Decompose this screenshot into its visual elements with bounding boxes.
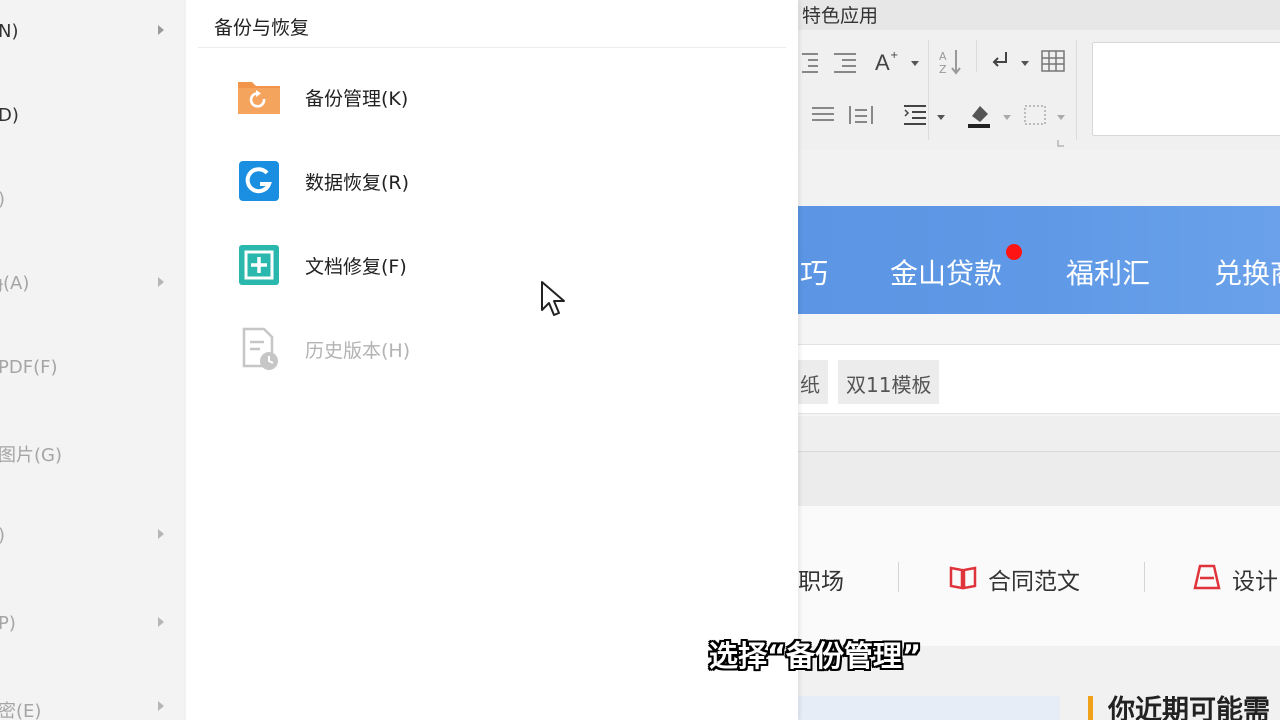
menu-item-data-recovery[interactable]: 数据恢复(R) bbox=[236, 154, 756, 204]
menu-item-label: 数据恢复(R) bbox=[305, 172, 410, 194]
file-menu-item-label: 图片(G) bbox=[0, 445, 62, 466]
distribute-icon[interactable] bbox=[846, 100, 876, 130]
menu-item-label: 文档修复(F) bbox=[305, 256, 407, 278]
tag-double11-template[interactable]: 双11模板 bbox=[838, 360, 940, 404]
history-version-icon bbox=[242, 327, 278, 370]
file-menu-item-label: N) bbox=[0, 21, 19, 42]
sort-icon[interactable]: AZ bbox=[936, 46, 966, 76]
toolbar-spacer bbox=[798, 150, 1280, 206]
indent-icon[interactable] bbox=[830, 46, 860, 76]
dropdown-arrow-icon[interactable] bbox=[910, 59, 920, 67]
svg-text:Z: Z bbox=[939, 63, 947, 76]
file-menu-item-print[interactable]: P) bbox=[0, 610, 186, 638]
outdent-icon[interactable] bbox=[798, 46, 828, 76]
fill-color-icon[interactable] bbox=[964, 100, 994, 130]
chevron-right-icon bbox=[158, 25, 164, 35]
mouse-cursor-icon bbox=[541, 281, 565, 316]
border-icon[interactable] bbox=[1020, 100, 1050, 130]
file-menu-item-share[interactable]: ) bbox=[0, 522, 186, 550]
file-menu-item-label: P) bbox=[0, 613, 16, 634]
file-menu-panel: N) D) ) ɟ(A) PDF(F) 图片(G) ) P) 密(E) bbox=[0, 0, 186, 720]
chevron-right-icon bbox=[158, 529, 164, 539]
ribbon-separator bbox=[1076, 40, 1077, 140]
book-icon bbox=[949, 566, 977, 590]
template-tags-bar: 纸 双11模板 bbox=[798, 344, 1280, 414]
dropdown-arrow-icon[interactable] bbox=[1002, 113, 1012, 121]
svg-text:A: A bbox=[875, 50, 890, 75]
content-strip bbox=[798, 416, 1280, 452]
menu-item-backup-management[interactable]: 备份管理(K) bbox=[236, 70, 756, 120]
menu-item-document-repair[interactable]: 文档修复(F) bbox=[236, 238, 756, 288]
document-repair-icon bbox=[239, 245, 279, 285]
backup-recovery-submenu: 备份与恢复 备份管理(K) 数据恢复(R) 文档修复(F) 历史版本(H) 选择… bbox=[186, 0, 921, 720]
submenu-title: 备份与恢复 bbox=[214, 17, 310, 39]
file-menu-item-label: 密(E) bbox=[0, 701, 42, 720]
font-size-icon[interactable]: A + bbox=[872, 46, 902, 76]
banner-link-tips[interactable]: 巧 bbox=[800, 252, 828, 292]
backup-folder-icon bbox=[238, 82, 280, 114]
video-caption: 选择“备份管理” bbox=[709, 639, 922, 673]
file-menu-item-new[interactable]: N) bbox=[0, 18, 186, 46]
design-icon bbox=[1193, 564, 1221, 590]
submenu-divider bbox=[198, 47, 786, 48]
category-design[interactable]: 设计 bbox=[1232, 562, 1278, 595]
file-menu-item-label: ) bbox=[0, 525, 5, 546]
dialog-launcher-icon[interactable] bbox=[1056, 138, 1066, 148]
file-menu-item-export-pdf[interactable]: PDF(F) bbox=[0, 354, 186, 382]
table-grid-icon[interactable] bbox=[1038, 46, 1068, 76]
file-menu-item-label: ) bbox=[0, 189, 5, 210]
recommend-card[interactable] bbox=[798, 696, 1060, 720]
data-recovery-icon bbox=[239, 161, 279, 201]
background-app-window: 特色应用 A+ AZ 巧 金山贷款 福利汇 兑换商 纸 双11模板 bbox=[798, 0, 1280, 720]
file-menu-item-save-as[interactable]: ɟ(A) bbox=[0, 270, 186, 298]
category-bar: 职场 合同范文 设计 bbox=[798, 506, 1280, 646]
content-strip bbox=[798, 452, 1280, 506]
section-accent-bar bbox=[1088, 696, 1093, 720]
tag-paper[interactable]: 纸 bbox=[798, 360, 828, 404]
file-menu-item-label: D) bbox=[0, 105, 19, 126]
dropdown-arrow-icon[interactable] bbox=[1020, 59, 1030, 67]
menu-item-label: 历史版本(H) bbox=[305, 340, 411, 362]
category-separator bbox=[898, 562, 899, 592]
notification-dot bbox=[1006, 244, 1022, 260]
file-menu-item-save[interactable]: ) bbox=[0, 186, 186, 214]
chevron-right-icon bbox=[158, 617, 164, 627]
style-gallery[interactable] bbox=[1092, 42, 1280, 136]
banner-link-benefits[interactable]: 福利汇 bbox=[1066, 252, 1150, 292]
line-spacing-icon[interactable] bbox=[900, 100, 930, 130]
category-separator bbox=[1144, 562, 1145, 592]
file-menu-item-export-image[interactable]: 图片(G) bbox=[0, 438, 186, 466]
dropdown-arrow-icon[interactable] bbox=[1056, 113, 1066, 121]
chevron-right-icon bbox=[158, 701, 164, 711]
section-title: 你近期可能需 bbox=[1108, 695, 1270, 720]
align-justify-icon[interactable] bbox=[808, 100, 838, 130]
menu-item-label: 备份管理(K) bbox=[305, 88, 409, 110]
tab-special-apps[interactable]: 特色应用 bbox=[802, 1, 878, 28]
chevron-right-icon bbox=[158, 277, 164, 287]
category-workplace[interactable]: 职场 bbox=[798, 562, 844, 595]
banner-link-loan[interactable]: 金山贷款 bbox=[890, 252, 1002, 292]
file-menu-item-encrypt[interactable]: 密(E) bbox=[0, 694, 186, 720]
dropdown-arrow-icon[interactable] bbox=[936, 113, 946, 121]
file-menu-item-open[interactable]: D) bbox=[0, 102, 186, 130]
file-menu-item-label: PDF(F) bbox=[0, 357, 58, 378]
promo-banner: 巧 金山贷款 福利汇 兑换商 bbox=[798, 206, 1280, 314]
menu-item-history-version[interactable]: 历史版本(H) bbox=[236, 322, 756, 372]
ribbon-tab-bar: 特色应用 bbox=[798, 0, 1280, 30]
file-menu-item-label: ɟ(A) bbox=[0, 273, 30, 294]
ribbon-separator bbox=[976, 40, 977, 72]
category-contracts[interactable]: 合同范文 bbox=[988, 562, 1080, 595]
ribbon-toolbar: A + AZ bbox=[798, 30, 1280, 150]
banner-link-redeem[interactable]: 兑换商 bbox=[1214, 252, 1280, 292]
line-break-icon[interactable] bbox=[986, 46, 1016, 76]
svg-text:A: A bbox=[939, 50, 947, 63]
svg-text:+: + bbox=[890, 50, 898, 61]
